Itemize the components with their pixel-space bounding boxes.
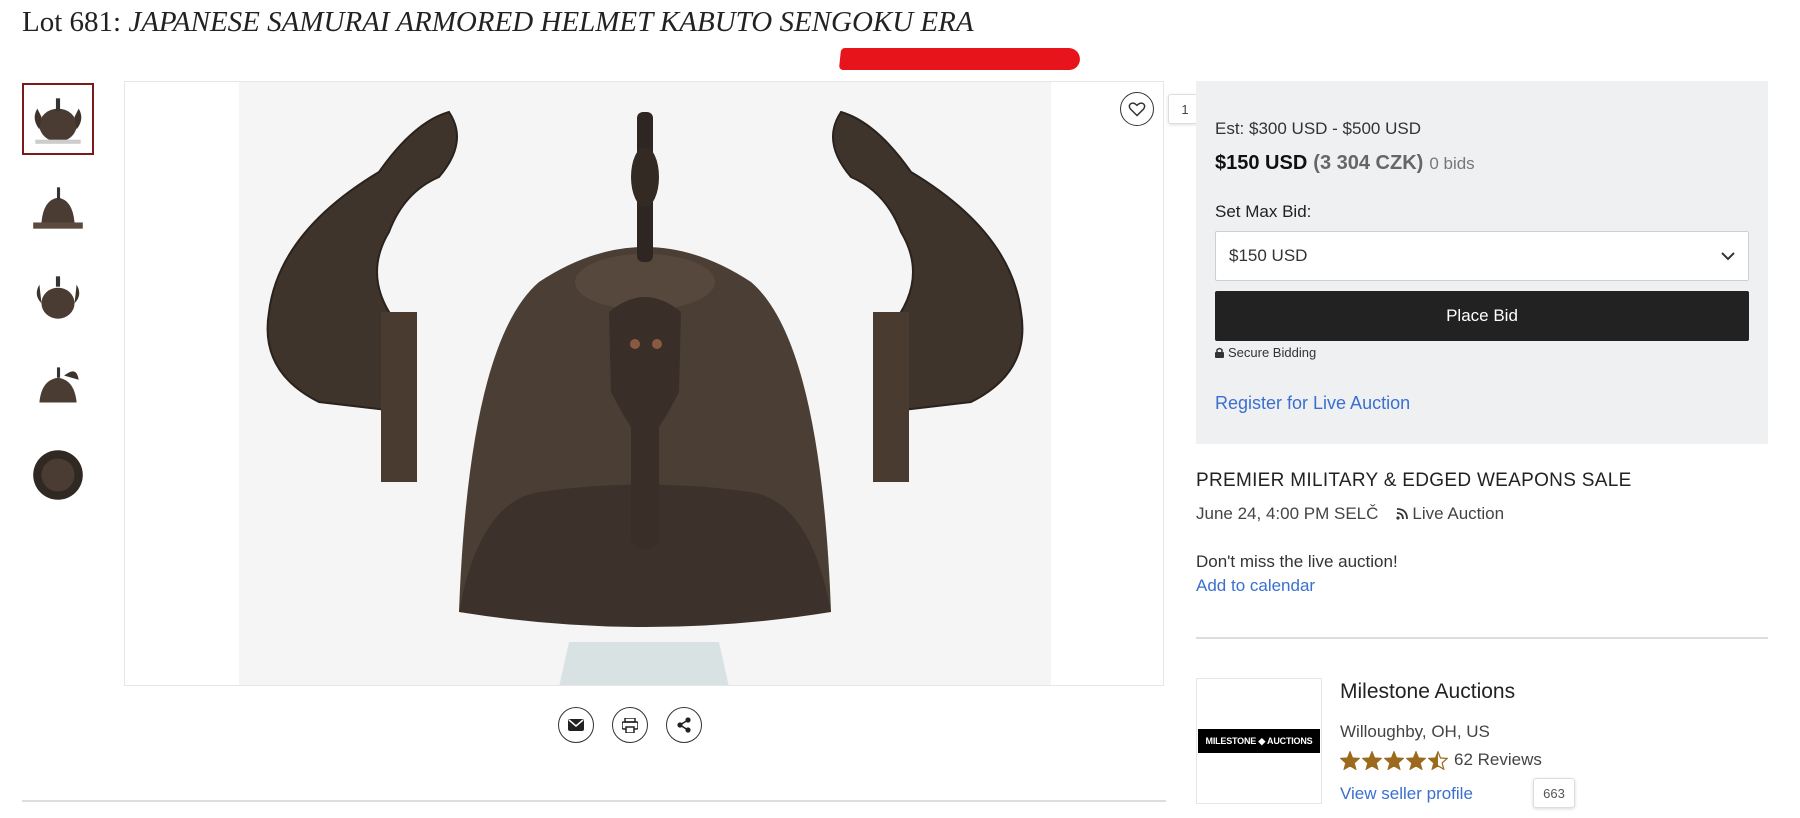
thumbnail-1[interactable]	[22, 83, 94, 155]
max-bid-value: $150 USD	[1229, 246, 1308, 265]
rss-icon	[1396, 508, 1409, 520]
register-link[interactable]: Register for Live Auction	[1215, 393, 1410, 414]
thumbnail-5[interactable]	[22, 439, 94, 511]
helmet-photo	[239, 82, 1051, 685]
review-count[interactable]: 62 Reviews	[1454, 750, 1542, 770]
chevron-down-icon	[1721, 251, 1735, 260]
star-icon	[1384, 750, 1404, 770]
seller-name[interactable]: Milestone Auctions	[1340, 680, 1515, 704]
lot-title: Lot 681: JAPANESE SAMURAI ARMORED HELMET…	[22, 6, 974, 39]
divider	[22, 800, 1166, 802]
max-bid-select[interactable]: $150 USD	[1215, 231, 1749, 281]
star-icon	[1362, 750, 1382, 770]
star-icon	[1340, 750, 1360, 770]
seller-rating: 62 Reviews	[1340, 750, 1542, 770]
lot-name: JAPANESE SAMURAI ARMORED HELMET KABUTO S…	[128, 6, 974, 38]
seller-location: Willoughby, OH, US	[1340, 722, 1490, 741]
secure-bidding-label: Secure Bidding	[1228, 345, 1317, 360]
max-bid-label: Set Max Bid:	[1215, 202, 1312, 221]
helmet-thumbnail-icon	[36, 276, 80, 319]
price-usd: $150 USD	[1215, 152, 1308, 174]
live-auction-tag: Live Auction	[1396, 504, 1504, 524]
main-product-image[interactable]	[124, 81, 1164, 686]
bid-count: 0 bids	[1429, 154, 1475, 173]
heart-icon	[1128, 102, 1146, 117]
seller-logo[interactable]: MILESTONE ◆ AUCTIONS	[1196, 678, 1322, 804]
share-icon	[677, 717, 691, 733]
email-button[interactable]	[558, 707, 594, 743]
thumbnail-2[interactable]	[22, 172, 94, 244]
red-marker-annotation	[838, 48, 1082, 70]
thumbnail-list	[22, 83, 94, 528]
sale-meta: June 24, 4:00 PM SELČ Live Auction	[1196, 504, 1504, 524]
helmet-thumbnail-icon	[34, 98, 82, 144]
star-icon	[1406, 750, 1426, 770]
bid-panel: Est: $300 USD - $500 USD $150 USD (3 304 …	[1196, 81, 1768, 444]
printer-icon	[622, 717, 638, 733]
star-icon	[1428, 750, 1448, 770]
divider	[1196, 637, 1768, 639]
print-button[interactable]	[612, 707, 648, 743]
place-bid-button[interactable]: Place Bid	[1215, 291, 1749, 341]
favorite-button[interactable]	[1120, 92, 1154, 126]
helmet-thumbnail-icon	[33, 187, 83, 229]
add-to-calendar-link[interactable]: Add to calendar	[1196, 576, 1315, 596]
share-button[interactable]	[666, 707, 702, 743]
price-czk: (3 304 CZK)	[1313, 152, 1424, 174]
seller-logo-text: MILESTONE ◆ AUCTIONS	[1198, 729, 1320, 753]
estimate-text: Est: $300 USD - $500 USD	[1215, 119, 1421, 138]
helmet-thumbnail-icon	[33, 450, 83, 500]
thumbnail-4[interactable]	[22, 350, 94, 422]
lock-icon	[1215, 347, 1224, 358]
helmet-thumbnail-icon	[39, 367, 79, 403]
current-price: $150 USD (3 304 CZK) 0 bids	[1215, 152, 1475, 175]
reminder-text: Don't miss the live auction!	[1196, 552, 1398, 571]
view-seller-profile-link[interactable]: View seller profile	[1340, 784, 1473, 804]
notification-badge: 663	[1533, 778, 1575, 808]
sale-date: June 24, 4:00 PM SELČ	[1196, 504, 1379, 523]
envelope-icon	[568, 719, 584, 731]
star-rating	[1340, 750, 1448, 770]
share-toolbar	[558, 707, 702, 743]
lot-number: Lot 681:	[22, 6, 122, 38]
thumbnail-3[interactable]	[22, 261, 94, 333]
live-auction-label: Live Auction	[1412, 504, 1505, 523]
secure-bidding: Secure Bidding	[1215, 345, 1316, 360]
sale-title[interactable]: PREMIER MILITARY & EDGED WEAPONS SALE	[1196, 470, 1632, 492]
helmet-illustration	[239, 82, 1051, 685]
